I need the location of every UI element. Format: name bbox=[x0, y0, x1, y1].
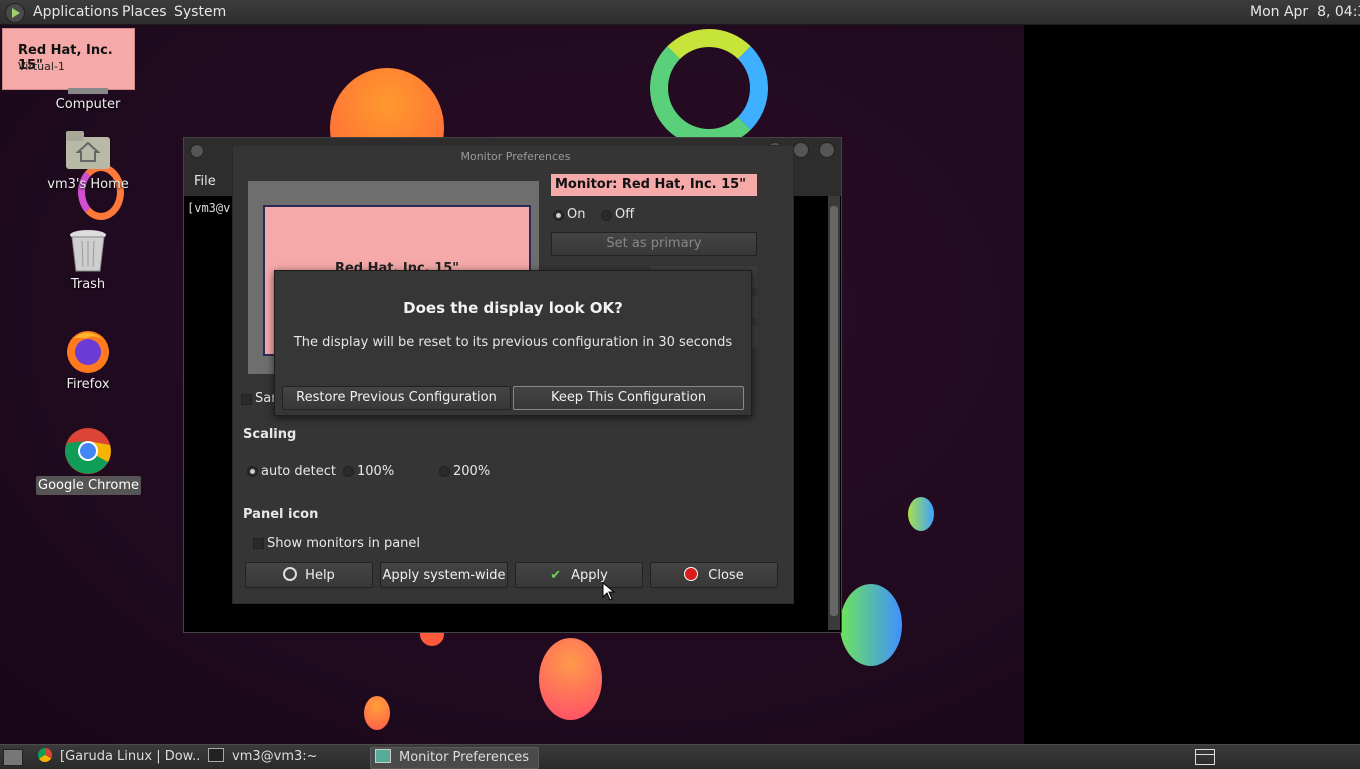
display-confirmation-dialog[interactable]: Does the display look OK? The display wi… bbox=[274, 270, 752, 416]
decor-ring bbox=[650, 29, 768, 147]
terminal-scrollbar[interactable] bbox=[828, 196, 840, 630]
menu-places[interactable]: Places bbox=[122, 4, 167, 20]
desktop-icon-home-label[interactable]: vm3's Home bbox=[28, 177, 148, 192]
taskbar-item-terminal[interactable]: vm3@vm3:~ bbox=[206, 747, 366, 767]
taskbar-item-terminal-label: vm3@vm3:~ bbox=[232, 749, 318, 764]
decor-blob bbox=[840, 584, 902, 666]
checkmark-icon: ✔ bbox=[550, 568, 562, 583]
dialog-title: Does the display look OK? bbox=[403, 299, 623, 317]
scaling-100-radio[interactable] bbox=[343, 466, 354, 477]
chrome-small-icon bbox=[38, 748, 52, 762]
restore-previous-configuration-button[interactable]: Restore Previous Configuration bbox=[282, 386, 511, 410]
monitor-on-radio[interactable] bbox=[553, 210, 564, 221]
monitor-on-label: On bbox=[567, 207, 586, 222]
desktop-icon-computer-label[interactable]: Computer bbox=[28, 97, 148, 112]
workspace-switcher-icon[interactable] bbox=[1195, 749, 1215, 765]
help-icon bbox=[283, 567, 298, 581]
close-button-label: Close bbox=[708, 568, 744, 583]
panel-icon-heading: Panel icon bbox=[243, 507, 319, 522]
taskbar-item-monitor-preferences-label: Monitor Preferences bbox=[399, 750, 530, 765]
decor-ring bbox=[78, 164, 124, 220]
scaling-heading: Scaling bbox=[243, 427, 297, 442]
desktop-icon-trash-label[interactable]: Trash bbox=[28, 277, 148, 292]
close-icon[interactable] bbox=[819, 142, 835, 158]
menu-applications[interactable]: Applications bbox=[33, 4, 119, 20]
mouse-cursor bbox=[602, 581, 616, 602]
home-folder-icon[interactable] bbox=[66, 131, 110, 169]
terminal-menu-file[interactable]: File bbox=[194, 174, 216, 189]
show-monitors-label: Show monitors in panel bbox=[267, 536, 421, 551]
close-button[interactable]: Close bbox=[650, 562, 778, 588]
decor-blob bbox=[539, 638, 602, 720]
monitor-identifier-label: Red Hat, Inc. 15" Virtual-1 bbox=[2, 28, 135, 90]
prefs-title: Monitor Preferences bbox=[460, 150, 571, 163]
terminal-small-icon bbox=[208, 748, 224, 762]
same-image-checkbox[interactable] bbox=[241, 394, 252, 405]
apply-button-label: Apply bbox=[571, 568, 608, 583]
firefox-icon[interactable] bbox=[64, 326, 112, 374]
close-stop-icon bbox=[684, 567, 699, 581]
taskbar-item-browser[interactable]: [Garuda Linux | Dow... bbox=[36, 747, 200, 767]
monitor-name-label: Monitor: Red Hat, Inc. 15" bbox=[551, 174, 757, 196]
help-button-label: Help bbox=[305, 568, 335, 583]
help-button[interactable]: Help bbox=[245, 562, 373, 588]
scaling-auto-radio[interactable] bbox=[247, 466, 258, 477]
chrome-icon[interactable] bbox=[64, 427, 112, 475]
top-panel: Applications Places System Mon Apr 8, 04… bbox=[0, 0, 1360, 25]
unused-screen-area bbox=[1024, 24, 1360, 744]
taskbar-item-browser-label: [Garuda Linux | Dow... bbox=[60, 749, 200, 764]
desktop-icon-firefox-label[interactable]: Firefox bbox=[28, 377, 148, 392]
scaling-auto-label: auto detect bbox=[261, 464, 336, 479]
trash-icon[interactable] bbox=[69, 229, 107, 273]
decor-blob bbox=[908, 497, 934, 531]
menu-system[interactable]: System bbox=[174, 4, 226, 20]
apply-button[interactable]: ✔ Apply bbox=[515, 562, 643, 588]
show-monitors-checkbox[interactable] bbox=[253, 538, 264, 549]
apply-system-wide-button[interactable]: Apply system-wide bbox=[380, 562, 508, 588]
dialog-message: The display will be reset to its previou… bbox=[293, 335, 733, 350]
show-desktop-icon[interactable] bbox=[3, 749, 23, 766]
scaling-200-label: 200% bbox=[453, 464, 491, 479]
distro-logo-icon[interactable] bbox=[5, 3, 25, 23]
chrome-label-text: Google Chrome bbox=[38, 478, 139, 493]
scrollbar-thumb[interactable] bbox=[830, 206, 838, 616]
monitor-off-label: Off bbox=[615, 207, 635, 222]
computer-icon[interactable] bbox=[68, 88, 108, 94]
monitor-small-icon bbox=[375, 749, 391, 763]
bottom-panel: [Garuda Linux | Dow... vm3@vm3:~ Monitor… bbox=[0, 744, 1360, 769]
scaling-100-label: 100% bbox=[357, 464, 395, 479]
clock[interactable]: Mon Apr 8, 04:39 bbox=[1250, 4, 1360, 20]
window-menu-icon[interactable] bbox=[190, 144, 204, 158]
decor-blob bbox=[364, 696, 390, 730]
keep-this-configuration-button[interactable]: Keep This Configuration bbox=[513, 386, 744, 410]
monitor-tag-output: Virtual-1 bbox=[18, 60, 65, 73]
monitor-off-radio[interactable] bbox=[601, 210, 612, 221]
taskbar-item-monitor-preferences[interactable]: Monitor Preferences bbox=[370, 747, 539, 769]
desktop-icon-chrome-label[interactable]: Google Chrome bbox=[36, 476, 141, 495]
set-as-primary-button[interactable]: Set as primary bbox=[551, 232, 757, 256]
scaling-200-radio[interactable] bbox=[439, 466, 450, 477]
terminal-prompt: [vm3@v bbox=[187, 201, 231, 215]
